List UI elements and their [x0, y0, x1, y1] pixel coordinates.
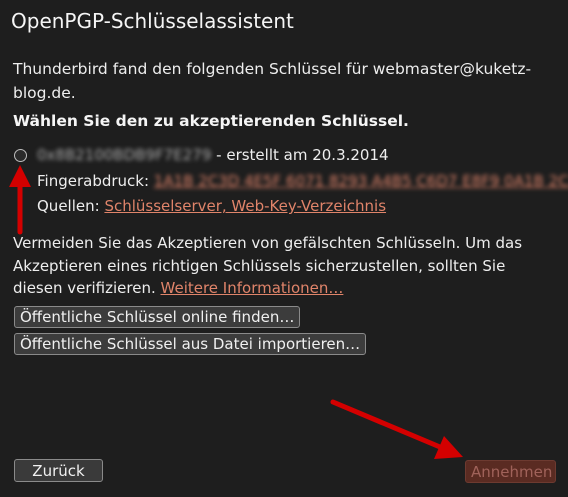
arrow-up-icon — [9, 165, 31, 235]
back-button[interactable]: Zurück — [14, 459, 103, 482]
warning-text: Vermeiden Sie das Akzeptieren von gefäls… — [13, 232, 553, 300]
dialog-title: OpenPGP-Schlüsselassistent — [11, 9, 294, 33]
accept-button[interactable]: Annehmen — [465, 460, 556, 483]
key-entry[interactable]: 0x8B2100BDB9F7E279 - erstellt am 20.3.20… — [37, 145, 389, 165]
fingerprint-row: Fingerabdruck: 1A1B 2C3D 4E5F 6071 8293 … — [37, 171, 568, 191]
fingerprint-label: Fingerabdruck: — [37, 172, 154, 190]
more-info-link[interactable]: Weitere Informationen… — [161, 279, 344, 297]
fingerprint-value-redacted[interactable]: 1A1B 2C3D 4E5F 6071 8293 A4B5 C6D7 E8F9 … — [154, 171, 568, 191]
intro-text: Thunderbird fand den folgenden Schlüssel… — [13, 60, 532, 102]
sources-label: Quellen: — [37, 197, 105, 215]
arrow-diagonal-icon — [330, 399, 463, 459]
import-file-button[interactable]: Öffentliche Schlüssel aus Datei importie… — [14, 333, 367, 355]
sources-row: Quellen: Schlüsselserver, Web-Key-Verzei… — [37, 196, 386, 216]
key-created: - erstellt am 20.3.2014 — [211, 146, 389, 164]
sources-link[interactable]: Schlüsselserver, Web-Key-Verzeichnis — [104, 197, 386, 215]
key-id-redacted: 0x8B2100BDB9F7E279 — [37, 146, 212, 164]
select-key-heading: Wählen Sie den zu akzeptierenden Schlüss… — [13, 112, 409, 130]
key-radio[interactable] — [14, 149, 27, 162]
find-online-button[interactable]: Öffentliche Schlüssel online finden… — [14, 306, 301, 328]
